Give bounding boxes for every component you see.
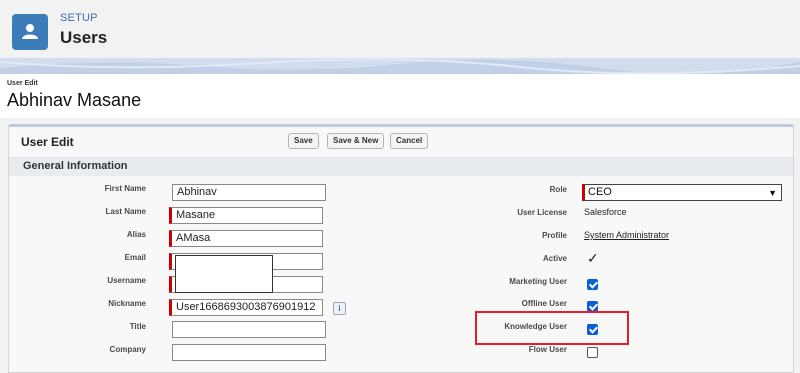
profile-link[interactable]: System Administrator <box>584 230 669 240</box>
header-title: Users <box>60 28 108 47</box>
decorative-band <box>0 58 800 74</box>
general-information-section: General Information <box>9 157 793 176</box>
cancel-button[interactable]: Cancel <box>390 133 429 149</box>
flow-user-label: Flow User <box>528 345 567 354</box>
active-label: Active <box>542 254 567 263</box>
profile-label: Profile <box>542 231 567 240</box>
user-icon <box>12 14 48 50</box>
knowledge-user-highlight <box>475 311 629 345</box>
user-license-value: Salesforce <box>584 207 627 217</box>
user-edit-panel: User Edit Save Save & New Cancel General… <box>8 124 794 373</box>
offline-user-label: Offline User <box>521 299 567 308</box>
role-selected-value: CEO <box>588 186 612 198</box>
page-header: User Edit Abhinav Masane <box>0 74 800 118</box>
setup-breadcrumb[interactable]: SETUP <box>60 12 98 24</box>
section-title: General Information <box>23 160 128 172</box>
role-label: Role <box>549 185 567 194</box>
flow-user-checkbox[interactable] <box>587 347 598 358</box>
page-title: Abhinav Masane <box>7 90 142 110</box>
save-and-new-button[interactable]: Save & New <box>327 133 385 149</box>
panel-title: User Edit <box>21 135 74 149</box>
user-license-label: User License <box>517 208 567 217</box>
marketing-user-checkbox[interactable] <box>587 279 598 290</box>
chevron-down-icon: ▼ <box>768 188 777 198</box>
save-button[interactable]: Save <box>288 133 319 149</box>
app-header: SETUP Users <box>0 0 800 58</box>
page-subtitle: User Edit <box>7 80 38 87</box>
role-select[interactable]: CEO ▼ <box>582 184 782 201</box>
marketing-user-label: Marketing User <box>509 277 567 286</box>
active-checkmark-icon: ✓ <box>587 250 599 266</box>
